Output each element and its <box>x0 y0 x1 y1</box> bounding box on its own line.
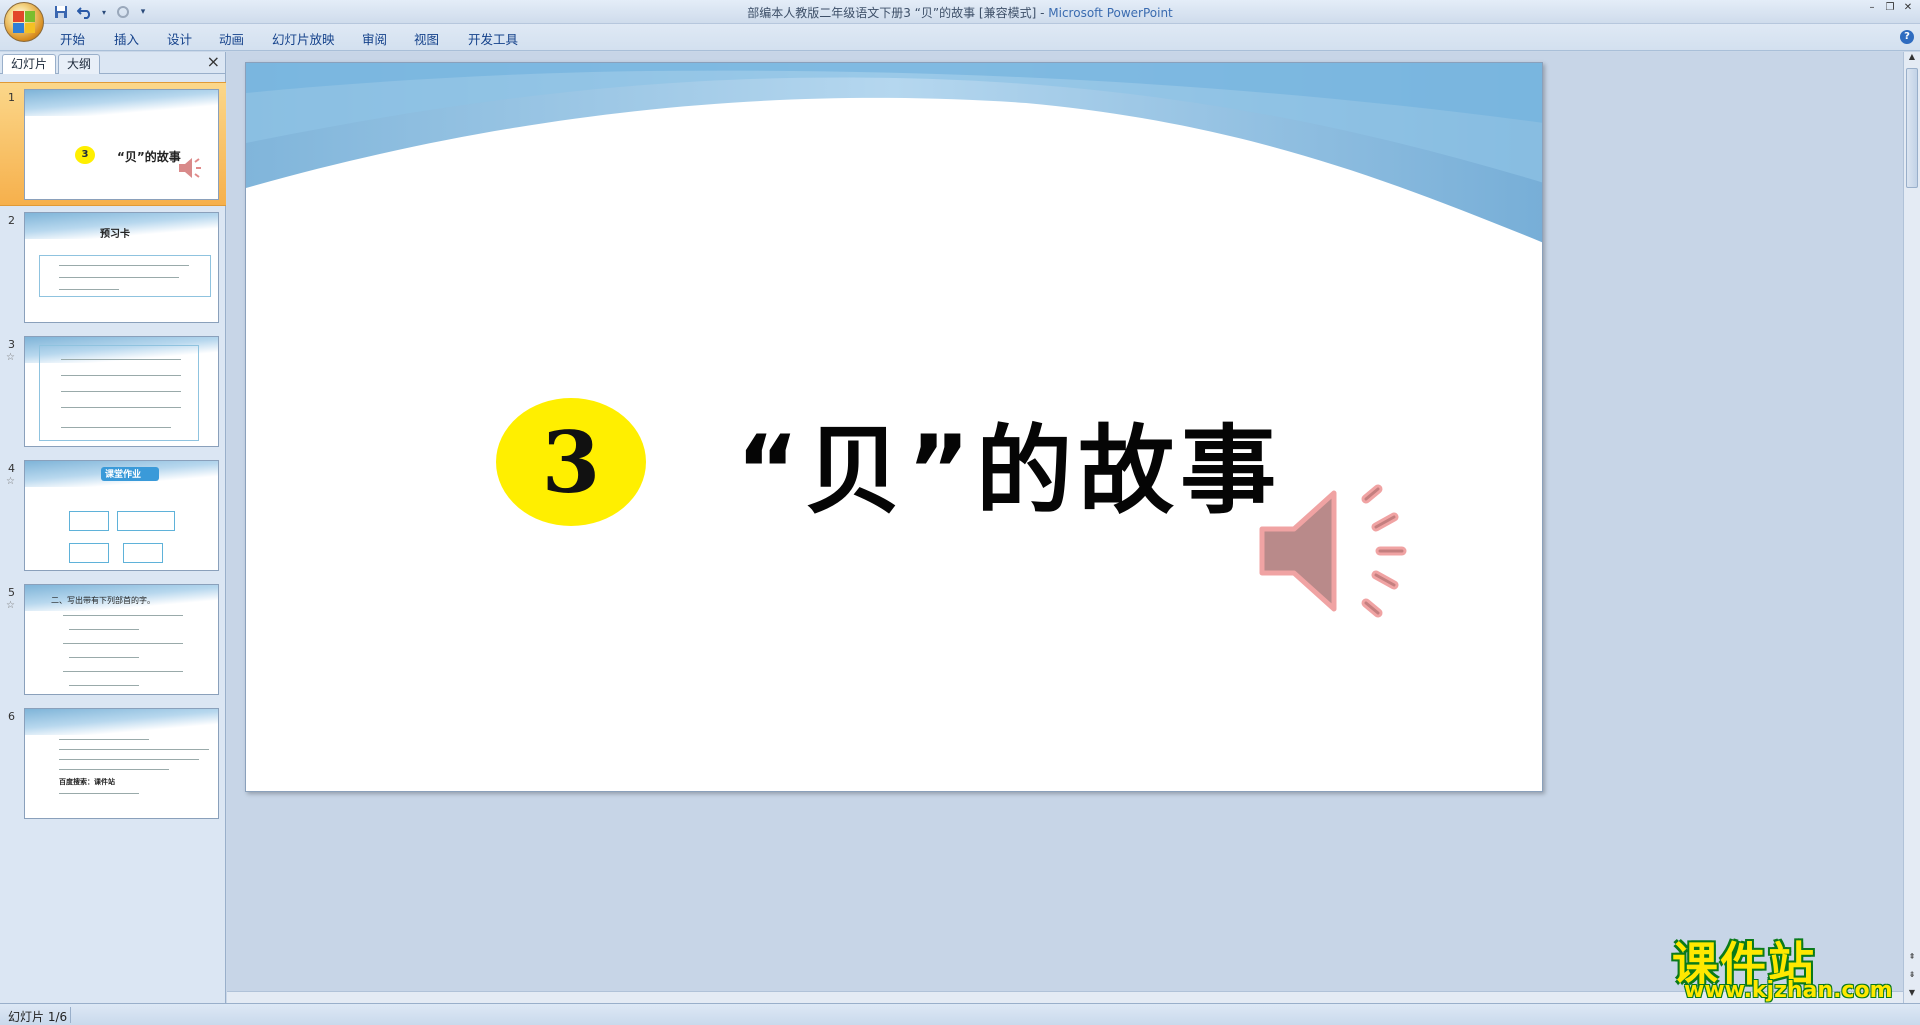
window-controls: – ❐ ✕ <box>1864 2 1916 16</box>
slide-editing-area: 3 “贝”的故事 ▲ ⇞ ⇟ ▼ <box>227 52 1920 1003</box>
thumbnail-text-line <box>61 391 181 392</box>
thumbnail-text-line <box>59 759 199 760</box>
watermark-url: www.kjzhan.com <box>1684 978 1893 1003</box>
thumbnail-text-line <box>63 615 183 616</box>
thumbnail-preview: 3 “贝”的故事 <box>24 89 219 200</box>
slides-pane: 幻灯片 大纲 × 1 3 “贝”的故事 2 预习卡 3 ☆ 4 ☆ 课堂作业 5… <box>0 52 226 1003</box>
office-logo-icon <box>13 11 35 33</box>
slide-header-wave <box>246 63 1542 243</box>
slide-thumbnail-3[interactable]: 3 ☆ <box>0 330 226 454</box>
tab-slides[interactable]: 幻灯片 <box>2 54 57 74</box>
thumbnail-number: 6 <box>8 710 15 723</box>
thumbnail-box <box>69 511 109 531</box>
thumbnail-text-line <box>59 277 179 278</box>
thumbnail-box <box>69 543 109 563</box>
slide-thumbnail-6[interactable]: 6 百度搜索：课件站 <box>0 702 226 826</box>
thumbnail-number: 2 <box>8 214 15 227</box>
pane-tabs: 幻灯片 大纲 × <box>0 52 226 74</box>
app-name: Microsoft PowerPoint <box>1048 6 1173 20</box>
thumbnail-text-line <box>59 739 149 740</box>
slide-thumbnail-1[interactable]: 1 3 “贝”的故事 <box>0 82 226 206</box>
thumbnail-number-badge: 3 <box>75 146 95 164</box>
thumbnail-text-line <box>59 749 209 750</box>
close-icon[interactable]: ✕ <box>1900 2 1916 16</box>
tab-design[interactable]: 设计 <box>167 29 192 48</box>
thumbnail-text-line <box>63 671 183 672</box>
horizontal-scrollbar[interactable] <box>227 991 1903 1003</box>
scroll-thumb[interactable] <box>1906 68 1918 188</box>
speaker-icon <box>179 158 201 178</box>
slide-thumbnail-5[interactable]: 5 ☆ 二、写出带有下列部首的字。 <box>0 578 226 702</box>
window-title: 部编本人教版二年级语文下册3 “贝”的故事 [兼容模式] - Microsoft… <box>0 4 1920 21</box>
lesson-number-badge: 3 <box>496 398 646 526</box>
scroll-up-icon[interactable]: ▲ <box>1905 52 1919 66</box>
thumbnail-number: 1 <box>8 91 15 104</box>
slide-title[interactable]: “贝”的故事 <box>736 393 1282 532</box>
restore-icon[interactable]: ❐ <box>1882 2 1898 16</box>
office-button[interactable] <box>4 2 44 42</box>
current-slide[interactable]: 3 “贝”的故事 <box>245 62 1543 792</box>
thumbnail-title: 二、写出带有下列部首的字。 <box>51 596 155 605</box>
tab-slideshow[interactable]: 幻灯片放映 <box>272 29 335 48</box>
thumbnail-text-line <box>63 643 183 644</box>
status-bar: 幻灯片 1/6 <box>0 1003 1920 1025</box>
thumbnail-text-line <box>69 629 139 630</box>
thumbnail-text-line <box>61 375 181 376</box>
help-icon[interactable]: ? <box>1900 30 1914 44</box>
tab-insert[interactable]: 插入 <box>114 29 139 48</box>
minimize-icon[interactable]: – <box>1864 2 1880 16</box>
thumbnail-text-line <box>59 793 139 794</box>
thumbnail-number: 5 <box>8 586 15 599</box>
slide-indicator: 幻灯片 1/6 <box>8 1010 68 1024</box>
thumbnail-box <box>117 511 175 531</box>
thumbnail-preview: 预习卡 <box>24 212 219 323</box>
thumbnail-table <box>39 255 211 297</box>
animation-icon: ☆ <box>6 600 15 611</box>
thumbnail-text-line <box>61 427 171 428</box>
scroll-down-icon[interactable]: ▼ <box>1905 988 1919 1002</box>
title-bar: ▾ ▾ 部编本人教版二年级语文下册3 “贝”的故事 [兼容模式] - Micro… <box>0 0 1920 42</box>
thumbnail-text-line <box>59 769 169 770</box>
status-divider <box>70 1007 71 1023</box>
animation-icon: ☆ <box>6 476 15 487</box>
document-title: 部编本人教版二年级语文下册3 “贝”的故事 [兼容模式] <box>747 6 1037 20</box>
thumbnail-preview: 百度搜索：课件站 <box>24 708 219 819</box>
slide-thumbnail-2[interactable]: 2 预习卡 <box>0 206 226 330</box>
thumbnail-title: 课堂作业 <box>105 470 142 480</box>
tab-animations[interactable]: 动画 <box>219 29 244 48</box>
thumbnail-number: 3 <box>8 338 15 351</box>
thumbnail-preview: 二、写出带有下列部首的字。 <box>24 584 219 695</box>
thumbnail-title: 预习卡 <box>100 229 130 240</box>
thumbnail-header-wave <box>25 90 218 116</box>
thumbnail-preview: 课堂作业 <box>24 460 219 571</box>
animation-icon: ☆ <box>6 352 15 363</box>
site-watermark: 课件站 www.kjzhan.com <box>1672 928 1902 1003</box>
thumbnail-text-line <box>69 657 139 658</box>
slide-thumbnail-4[interactable]: 4 ☆ 课堂作业 <box>0 454 226 578</box>
pane-close-icon[interactable]: × <box>207 52 220 71</box>
vertical-scrollbar[interactable]: ▲ ⇞ ⇟ ▼ <box>1903 52 1920 1003</box>
tab-outline[interactable]: 大纲 <box>58 54 101 74</box>
thumbnail-text-line <box>61 359 181 360</box>
title-separator: - <box>1036 6 1049 20</box>
thumbnail-title: 百度搜索：课件站 <box>59 778 115 786</box>
next-slide-icon[interactable]: ⇟ <box>1905 970 1919 984</box>
tab-review[interactable]: 审阅 <box>362 29 387 48</box>
thumbnail-number: 4 <box>8 462 15 475</box>
thumbnail-box <box>123 543 163 563</box>
thumbnail-header-wave <box>25 709 218 735</box>
thumbnail-text-line <box>69 685 139 686</box>
tab-developer[interactable]: 开发工具 <box>468 29 518 48</box>
thumbnail-preview <box>24 336 219 447</box>
tab-view[interactable]: 视图 <box>414 29 439 48</box>
ribbon-tabs: 开始 插入 设计 动画 幻灯片放映 审阅 视图 开发工具 <box>0 24 1920 51</box>
previous-slide-icon[interactable]: ⇞ <box>1905 952 1919 966</box>
speaker-icon[interactable] <box>1256 481 1421 621</box>
thumbnail-title: “贝”的故事 <box>117 150 181 164</box>
thumbnail-text-line <box>59 265 189 266</box>
thumbnail-text-line <box>59 289 119 290</box>
tab-home[interactable]: 开始 <box>60 29 85 48</box>
thumbnail-text-line <box>61 407 181 408</box>
